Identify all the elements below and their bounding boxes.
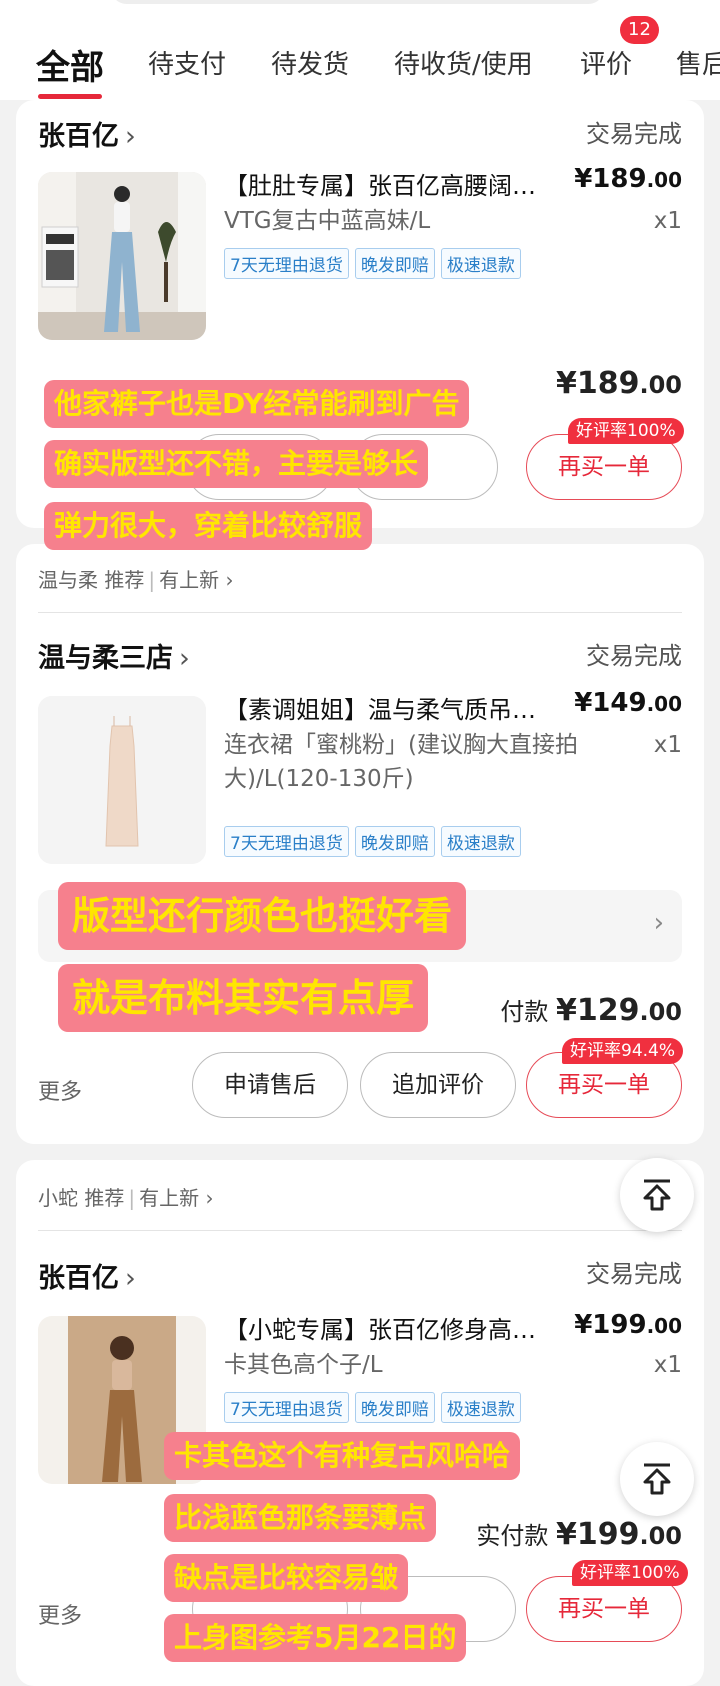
chevron-right-icon: ›: [653, 908, 664, 938]
tag-late-compensation: 晚发即赔: [354, 1392, 435, 1423]
tab-pending-receipt[interactable]: 待收货/使用: [394, 44, 533, 81]
product-title[interactable]: 【肚肚专属】张百亿高腰阔腿微喇牛仔裤: [224, 166, 544, 201]
tag-return: 7天无理由退货: [224, 1392, 349, 1423]
rating-badge: 好评率100%: [568, 418, 684, 444]
caption-overlay: 比浅蓝色那条要薄点: [164, 1494, 437, 1542]
tab-pending-shipment[interactable]: 待发货: [271, 44, 349, 81]
more-button[interactable]: 更多: [38, 1598, 82, 1630]
divider: [38, 612, 682, 613]
chevron-right-icon: ›: [179, 643, 190, 674]
rating-badge: 好评率100%: [572, 1560, 688, 1586]
product-title[interactable]: 【小蛇专属】张百亿修身高腰微喇裤: [224, 1310, 544, 1345]
order-tabs: 全部 待支付 待发货 待收货/使用 评价 12 售后: [0, 0, 720, 100]
tag-fast-refund: 极速退款: [440, 1392, 521, 1423]
caption-overlay: 缺点是比较容易皱: [164, 1554, 409, 1602]
product-price: ¥149.00: [574, 688, 682, 718]
service-tags: 7天无理由退货 晚发即赔 极速退款: [224, 826, 521, 857]
order-card: 温与柔 推荐|有上新 › 温与柔三店› 交易完成 【素调姐姐】温与柔气质吊带连衣…: [16, 544, 704, 1144]
scroll-top-icon: [643, 1179, 671, 1211]
order-status: 交易完成: [586, 642, 682, 670]
product-spec: 连衣裙「蜜桃粉」(建议胸大直接拍大)/L(120-130斤): [224, 732, 578, 792]
order-status: 交易完成: [586, 1260, 682, 1288]
search-bar[interactable]: [110, 0, 605, 4]
product-qty: x1: [653, 732, 682, 758]
tag-return: 7天无理由退货: [224, 826, 349, 857]
tag-fast-refund: 极速退款: [440, 248, 521, 279]
caption-overlay: 版型还行颜色也挺好看: [58, 882, 467, 950]
service-tags: 7天无理由退货 晚发即赔 极速退款: [224, 1392, 521, 1423]
scroll-top-icon: [643, 1463, 671, 1495]
aftersale-button[interactable]: 申请售后: [192, 1052, 348, 1118]
order-card: 小蛇 推荐|有上新 › 张百亿› 交易完成 【小蛇专属】张百亿修身高腰微喇裤 ¥…: [16, 1160, 704, 1686]
chevron-right-icon: ›: [125, 121, 136, 152]
scroll-top-button[interactable]: [620, 1158, 694, 1232]
tab-all[interactable]: 全部: [36, 40, 104, 89]
caption-overlay: 卡其色这个有种复古风哈哈: [164, 1432, 521, 1480]
tab-aftersale[interactable]: 售后: [676, 44, 720, 81]
caption-overlay: 弹力很大，穿着比较舒服: [44, 502, 373, 550]
add-review-button[interactable]: 追加评价: [360, 1052, 516, 1118]
product-price: ¥189.00: [574, 164, 682, 194]
product-image[interactable]: [38, 172, 206, 340]
shop-name[interactable]: 张百亿 ›: [38, 114, 136, 153]
scroll-top-button[interactable]: [620, 1442, 694, 1516]
product-qty: x1: [653, 208, 682, 234]
review-count-badge: 12: [620, 16, 659, 44]
paid-amount: 实付款 ¥199.00: [476, 1517, 682, 1552]
tag-late-compensation: 晚发即赔: [354, 248, 435, 279]
rating-badge: 好评率94.4%: [562, 1038, 684, 1064]
tag-late-compensation: 晚发即赔: [354, 826, 435, 857]
active-tab-indicator: [38, 94, 102, 99]
chevron-right-icon: ›: [125, 1263, 136, 1294]
product-image[interactable]: [38, 696, 206, 864]
product-qty: x1: [653, 1352, 682, 1378]
paid-amount: ¥189.00: [555, 366, 682, 401]
service-tags: 7天无理由退货 晚发即赔 极速退款: [224, 248, 521, 279]
shop-recommendation[interactable]: 小蛇 推荐 | 有上新 ›: [38, 1182, 213, 1211]
product-price: ¥199.00: [574, 1310, 682, 1340]
caption-overlay: 就是布料其实有点厚: [58, 964, 429, 1032]
tag-fast-refund: 极速退款: [440, 826, 521, 857]
product-spec: 卡其色高个子/L: [224, 1352, 383, 1378]
tag-return: 7天无理由退货: [224, 248, 349, 279]
paid-amount: 付款 ¥129.00: [500, 993, 682, 1028]
shop-name[interactable]: 张百亿 ›: [38, 1256, 136, 1295]
order-status: 交易完成: [586, 120, 682, 148]
product-title[interactable]: 【素调姐姐】温与柔气质吊带连衣裙: [224, 690, 544, 725]
shop-name[interactable]: 温与柔三店 ›: [38, 636, 190, 675]
caption-overlay: 确实版型还不错，主要是够长: [44, 440, 429, 488]
divider: [38, 1230, 682, 1231]
shop-recommendation[interactable]: 温与柔 推荐 | 有上新 ›: [38, 564, 233, 593]
caption-overlay: 上身图参考5月22日的: [164, 1614, 467, 1662]
caption-overlay: 他家裤子也是DY经常能刷到广告: [44, 380, 470, 428]
tab-review[interactable]: 评价: [580, 44, 632, 81]
product-spec: VTG复古中蓝高妹/L: [224, 208, 431, 234]
tab-pending-payment[interactable]: 待支付: [148, 44, 226, 81]
more-button[interactable]: 更多: [38, 1074, 82, 1106]
